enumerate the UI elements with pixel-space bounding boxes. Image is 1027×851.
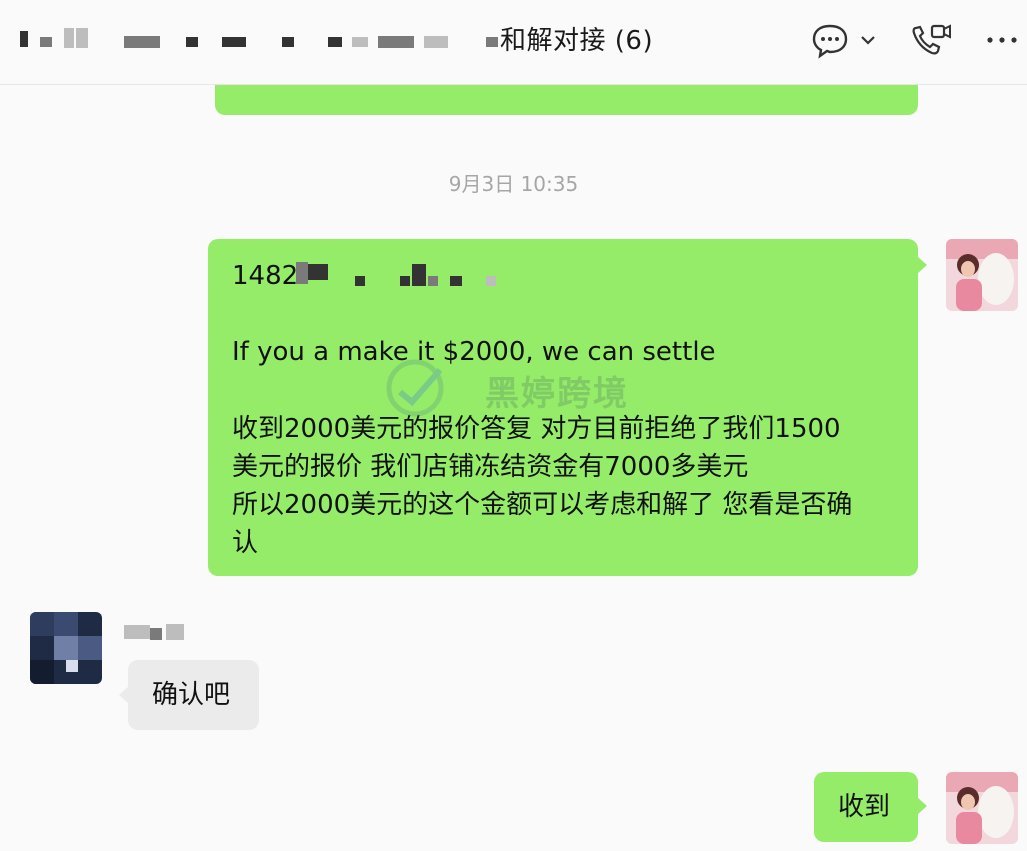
message-text: 确认吧: [152, 680, 231, 710]
chevron-down-icon[interactable]: [856, 20, 880, 60]
self-avatar[interactable]: [946, 772, 1018, 844]
message-line: 认: [232, 528, 259, 558]
chat-title: 和解对接 (6): [500, 26, 654, 56]
message-line: 美元的报价 我们店铺冻结资金有7000多美元: [232, 452, 749, 482]
self-avatar[interactable]: [946, 239, 1018, 311]
contact-avatar[interactable]: [30, 612, 102, 684]
bubble-tail: [917, 797, 927, 815]
chat-header: 和解对接 (6): [0, 0, 1027, 85]
bubble-tail: [917, 256, 927, 274]
more-icon[interactable]: [982, 20, 1022, 60]
message-text: 收到: [838, 792, 891, 822]
watermark-text: 黑婷跨境: [485, 374, 629, 414]
video-call-icon[interactable]: [908, 20, 952, 60]
message-timestamp: 9月3日 10:35: [448, 172, 579, 196]
message-line: 1482: [232, 261, 299, 291]
watermark-logo: 黑婷跨境: [370, 358, 670, 418]
message-line: 所以2000美元的这个金额可以考虑和解了 您看是否确: [232, 490, 853, 520]
chat-bubble-icon[interactable]: [810, 20, 854, 60]
bubble-tail: [119, 686, 129, 704]
